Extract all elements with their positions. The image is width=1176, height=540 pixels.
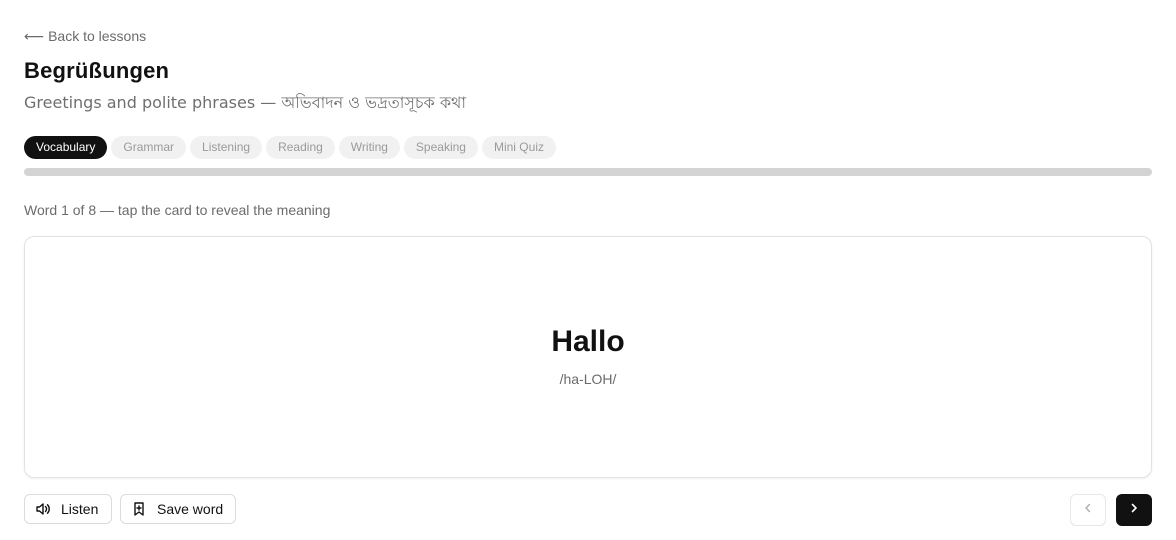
speaker-icon xyxy=(35,501,51,517)
next-word-button[interactable] xyxy=(1116,494,1152,526)
flashcard-word: Hallo xyxy=(551,325,625,358)
page-title: Begrüßungen xyxy=(24,58,170,83)
back-link-label: Back to lessons xyxy=(48,28,147,44)
tab-mini-quiz[interactable]: Mini Quiz xyxy=(481,136,556,159)
lesson-tabs: Vocabulary Grammar Listening Reading Wri… xyxy=(24,136,556,159)
tab-reading[interactable]: Reading xyxy=(266,136,335,159)
tab-writing[interactable]: Writing xyxy=(338,136,400,159)
chevron-right-icon xyxy=(1128,501,1140,519)
lesson-progress-bar xyxy=(24,168,1152,176)
tab-vocabulary[interactable]: Vocabulary xyxy=(24,136,108,159)
tab-grammar[interactable]: Grammar xyxy=(111,136,187,159)
word-counter: Word 1 of 8 — tap the card to reveal the… xyxy=(24,202,331,218)
save-word-label: Save word xyxy=(157,501,224,517)
bookmark-icon xyxy=(131,501,147,517)
page-subtitle: Greetings and polite phrases — অভিবাদন ও… xyxy=(24,93,467,112)
listen-label: Listen xyxy=(61,501,99,517)
flashcard[interactable]: Hallo /ha-LOH/ xyxy=(24,236,1152,478)
chevron-left-icon xyxy=(1082,501,1094,519)
save-word-button[interactable]: Save word xyxy=(120,494,236,524)
back-to-lessons-link[interactable]: ⟵ Back to lessons xyxy=(24,28,146,44)
flashcard-pronunciation: /ha-LOH/ xyxy=(559,371,617,387)
tab-listening[interactable]: Listening xyxy=(190,136,263,159)
listen-button[interactable]: Listen xyxy=(24,494,112,524)
tab-speaking[interactable]: Speaking xyxy=(403,136,478,159)
previous-word-button[interactable] xyxy=(1070,494,1106,526)
back-arrow-icon: ⟵ xyxy=(24,28,45,44)
